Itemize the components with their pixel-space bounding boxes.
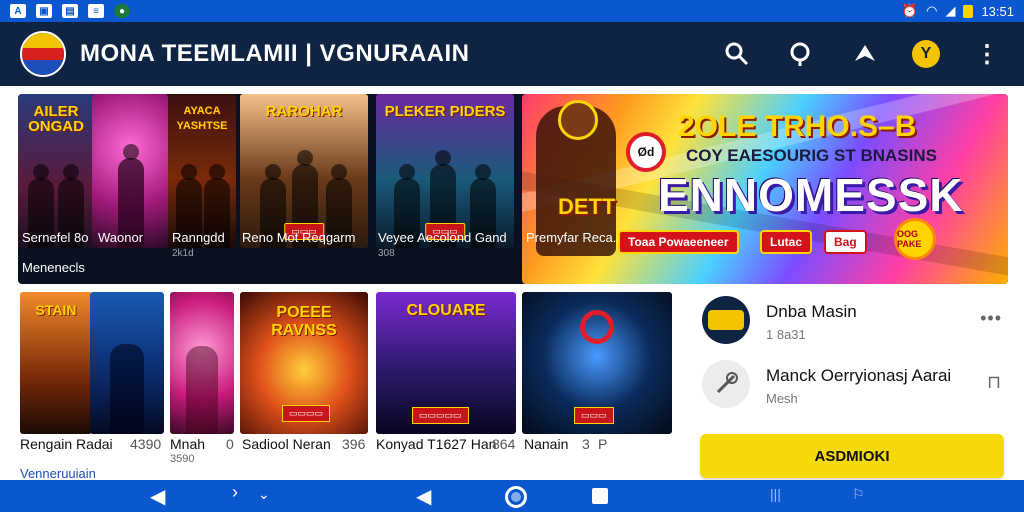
nav-back-icon[interactable]: ◀ xyxy=(416,484,431,509)
forward-icon[interactable]: › xyxy=(232,482,238,503)
tile-tag: ▭▭▭ xyxy=(574,407,614,424)
game-tile[interactable] xyxy=(92,94,168,248)
main-content: AILER ONGAD AYACA YASHTSE RAROHAR ▭▭▭ PL… xyxy=(0,86,1024,481)
banner-caption: Premyfar Reca.. xyxy=(526,230,620,245)
app-title: MONA TEEMLAMII | VGNURAAIN xyxy=(80,40,470,67)
game-tile[interactable]: ▭▭▭ xyxy=(522,292,672,434)
home-icon[interactable] xyxy=(505,486,527,508)
tile-header: AILER ONGAD xyxy=(28,103,84,135)
game-tile[interactable]: STAIN xyxy=(20,292,92,434)
tile-caption: Mnah xyxy=(170,436,206,452)
banner-subtitle: COY EAESOURIG ST BNASINS xyxy=(686,146,937,165)
banner-coin-icon[interactable]: OOG PAKE xyxy=(894,218,936,260)
featured-row: AILER ONGAD AYACA YASHTSE RAROHAR ▭▭▭ PL… xyxy=(18,94,1008,284)
tile-header: CLOUARE xyxy=(406,302,486,319)
primary-action-button[interactable]: ASDMIOKI xyxy=(700,434,1004,478)
more-vert-icon[interactable]: ⋮ xyxy=(970,37,1004,71)
tile-header: STAIN xyxy=(35,302,77,318)
tile-caption: Konyad T1627 Han xyxy=(376,436,497,452)
game-tile[interactable]: PLEKER PIDERS ▭▭▭ xyxy=(376,94,514,248)
game-tile[interactable]: AILER ONGAD xyxy=(18,94,94,248)
banner-headline: ENNOMESSK xyxy=(658,169,964,221)
notification-icon: ≡ xyxy=(88,4,104,18)
list-item-title: Dnba Masin xyxy=(766,302,857,321)
tile-caption: Reno Mot Reqgarm xyxy=(242,230,356,245)
app-logo[interactable] xyxy=(20,31,66,77)
recents-icon[interactable] xyxy=(592,488,608,504)
tile-number: 396 xyxy=(342,436,366,452)
more-horiz-icon[interactable]: ••• xyxy=(980,308,1002,329)
game-tile[interactable] xyxy=(90,292,164,434)
alarm-icon: ⏰ xyxy=(901,3,919,18)
flag-icon[interactable]: ⚐ xyxy=(852,486,865,503)
tile-header: AYACA YASHTSE xyxy=(176,105,228,132)
banner-title: 2OLE TRHO.S–B xyxy=(678,110,917,143)
tile-number: 0 xyxy=(226,436,234,452)
list-item[interactable]: Dnba Masin 1 8a31 ••• xyxy=(700,286,1012,346)
game-tile[interactable]: POEEE RAVNSS ▭▭▭▭ xyxy=(240,292,368,434)
tile-caption: Waonor xyxy=(98,230,144,245)
tile-caption: Nanain xyxy=(524,436,569,452)
bars-icon[interactable]: ||| xyxy=(770,486,781,502)
app-bar: MONA TEEMLAMII | VGNURAAIN Y ⋮ xyxy=(0,22,1024,86)
game-tile[interactable]: AYACA YASHTSE xyxy=(168,94,236,248)
side-panel: Dnba Masin 1 8a31 ••• Manck Oerryionasj … xyxy=(696,286,1016,480)
list-item-meta: Mesh xyxy=(766,391,798,406)
banner-secondary-button[interactable]: Lutac xyxy=(760,230,813,254)
tile-subcaption: 2k1d xyxy=(172,248,194,259)
status-bar: A ▣ ▤ ≡ ● ⏰ ◠ ◢ 13:51 xyxy=(0,0,1024,22)
game-tile[interactable]: RAROHAR ▭▭▭ xyxy=(240,94,368,248)
banner-badge: Ød xyxy=(626,132,666,172)
tile-caption: Veyee Aecolond Gand xyxy=(378,230,507,245)
game-tile[interactable]: CLOUARE ▭▭▭▭▭ xyxy=(376,292,516,434)
app-root: A ▣ ▤ ≡ ● ⏰ ◠ ◢ 13:51 MONA TEEMLAMII | V… xyxy=(0,0,1024,512)
tile-header: PLEKER PIDERS xyxy=(384,103,506,120)
app-actions: Y ⋮ xyxy=(720,37,1004,71)
profile-icon[interactable]: Y xyxy=(912,40,940,68)
battery-icon xyxy=(963,4,974,18)
photo-icon: ▤ xyxy=(62,4,78,18)
navigation-bar: ◀ › ⌄ ◀ ||| ⚐ xyxy=(0,480,1024,512)
a-icon: A xyxy=(10,4,26,18)
tile-header: RAROHAR xyxy=(265,103,343,120)
tile-number: 864 xyxy=(492,436,516,452)
tile-subcaption: 3590 xyxy=(170,453,195,465)
list-item-meta: 1 8a31 xyxy=(766,327,806,342)
tile-number: 3 xyxy=(582,436,590,452)
banner-prefix: DETT xyxy=(558,194,616,219)
tile-tag: ▭▭▭▭ xyxy=(282,405,331,422)
image-icon: ▣ xyxy=(36,4,52,18)
list-item-title: Manck Oerryionasj Aarai xyxy=(766,366,952,385)
edit-avatar-icon xyxy=(702,360,750,408)
section-label: Menenecls xyxy=(22,260,85,275)
status-time: 13:51 xyxy=(981,3,1014,19)
banner-cta-button[interactable]: Toaa Powaeeneer xyxy=(618,230,739,254)
tile-caption: Sernefel 8o xyxy=(22,230,89,245)
chevron-down-icon[interactable]: ⌄ xyxy=(258,486,270,503)
expand-icon[interactable]: ⊓ xyxy=(987,372,1002,393)
circle-app-icon: ● xyxy=(114,4,130,18)
game-tile[interactable] xyxy=(170,292,234,434)
tile-header: POEEE RAVNSS xyxy=(271,304,337,339)
banner-bag-button[interactable]: Bag xyxy=(824,230,867,254)
promo-banner[interactable]: Ød 2OLE TRHO.S–B COY EAESOURIG ST BNASIN… xyxy=(522,94,1008,284)
tile-tag: ▭▭▭▭▭ xyxy=(412,407,469,424)
tile-number: P xyxy=(598,436,608,452)
search-icon[interactable] xyxy=(720,37,754,71)
list-item[interactable]: Manck Oerryionasj Aarai Mesh ⊓ xyxy=(700,350,1012,410)
status-right: ⏰ ◠ ◢ 13:51 xyxy=(902,3,1014,19)
avatar xyxy=(702,296,750,344)
tile-caption: Sadiool Neran xyxy=(242,436,331,452)
section-label: Venneruuiain xyxy=(20,466,96,481)
status-left: A ▣ ▤ ≡ ● xyxy=(10,4,130,18)
wifi-icon: ◠ xyxy=(926,3,938,18)
tile-number: 4390 xyxy=(130,436,162,452)
tile-subcaption: 308 xyxy=(378,248,395,259)
tile-caption: Rengain Radai xyxy=(20,436,113,452)
signal-icon: ◢ xyxy=(945,3,956,18)
tile-caption: Ranngdd xyxy=(172,230,225,245)
cast-icon[interactable] xyxy=(848,37,882,71)
search-alt-icon[interactable] xyxy=(784,37,818,71)
back-icon[interactable]: ◀ xyxy=(150,484,165,509)
